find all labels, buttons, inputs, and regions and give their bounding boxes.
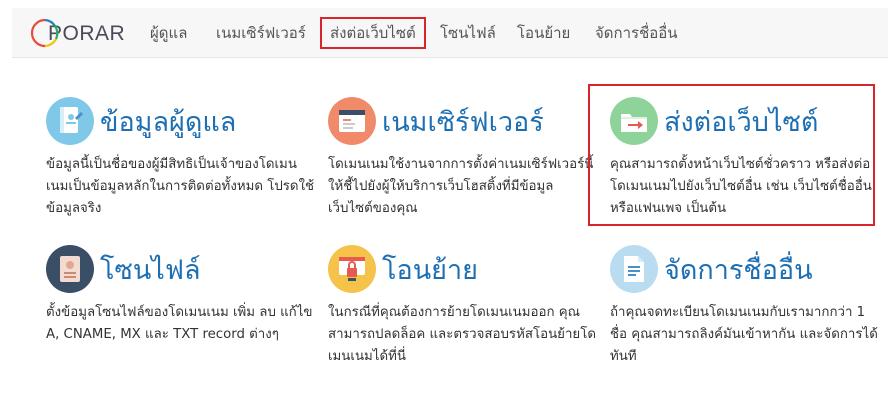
browser-window-icon <box>328 97 376 145</box>
zone-file-icon <box>46 245 94 293</box>
card-transfer[interactable]: โอนย้าย ในกรณีที่คุณต้องการย้ายโดเมนเนมอ… <box>328 244 598 368</box>
document-list-icon <box>610 245 658 293</box>
card-description: ข้อมูลนี้เป็นชื่อของผู้มีสิทธิเป็นเจ้าขอ… <box>46 157 315 216</box>
nav-item-other-names[interactable]: จัดการชื่ออื่น <box>595 21 678 45</box>
card-title: โอนย้าย <box>382 254 478 286</box>
nav-item-transfer[interactable]: โอนย้าย <box>517 21 570 45</box>
nav-item-forwarding[interactable]: ส่งต่อเว็บไซต์ <box>320 17 426 49</box>
card-description: ถ้าคุณจดทะเบียนโดเมนเนมกับเรามากกว่า 1 ช… <box>610 305 878 364</box>
card-title: เนมเซิร์ฟเวอร์ <box>382 106 544 138</box>
lock-screen-icon <box>328 245 376 293</box>
card-title: จัดการชื่ออื่น <box>664 254 813 286</box>
card-title: โซนไฟล์ <box>100 254 201 286</box>
card-description: ตั้งข้อมูลโซนไฟล์ของโดเมนเนม เพิ่ม ลบ แก… <box>46 305 313 342</box>
brand-logo[interactable]: PORAR <box>30 17 125 49</box>
card-admin-info[interactable]: ข้อมูลผู้ดูแล ข้อมูลนี้เป็นชื่อของผู้มีส… <box>46 96 316 220</box>
contact-book-icon <box>46 97 94 145</box>
card-title: ข้อมูลผู้ดูแล <box>100 106 237 138</box>
card-zone-file[interactable]: โซนไฟล์ ตั้งข้อมูลโซนไฟล์ของโดเมนเนม เพิ… <box>46 244 316 346</box>
card-other-names[interactable]: จัดการชื่ออื่น ถ้าคุณจดทะเบียนโดเมนเนมกั… <box>610 244 880 368</box>
nav-item-zone-file[interactable]: โซนไฟล์ <box>440 21 496 45</box>
top-navbar: PORAR ผู้ดูแล เนมเซิร์ฟเวอร์ ส่งต่อเว็บไ… <box>12 8 888 58</box>
nav-item-admin[interactable]: ผู้ดูแล <box>150 21 187 45</box>
card-description: โดเมนเนมใช้งานจากการตั้งค่าเนมเซิร์ฟเวอร… <box>328 157 594 216</box>
nav-item-nameserver[interactable]: เนมเซิร์ฟเวอร์ <box>216 21 306 45</box>
logo-ring-icon <box>30 18 60 48</box>
card-nameserver[interactable]: เนมเซิร์ฟเวอร์ โดเมนเนมใช้งานจากการตั้งค… <box>328 96 598 220</box>
highlight-box <box>588 84 875 226</box>
card-description: ในกรณีที่คุณต้องการย้ายโดเมนเนมออก คุณสา… <box>328 305 596 364</box>
